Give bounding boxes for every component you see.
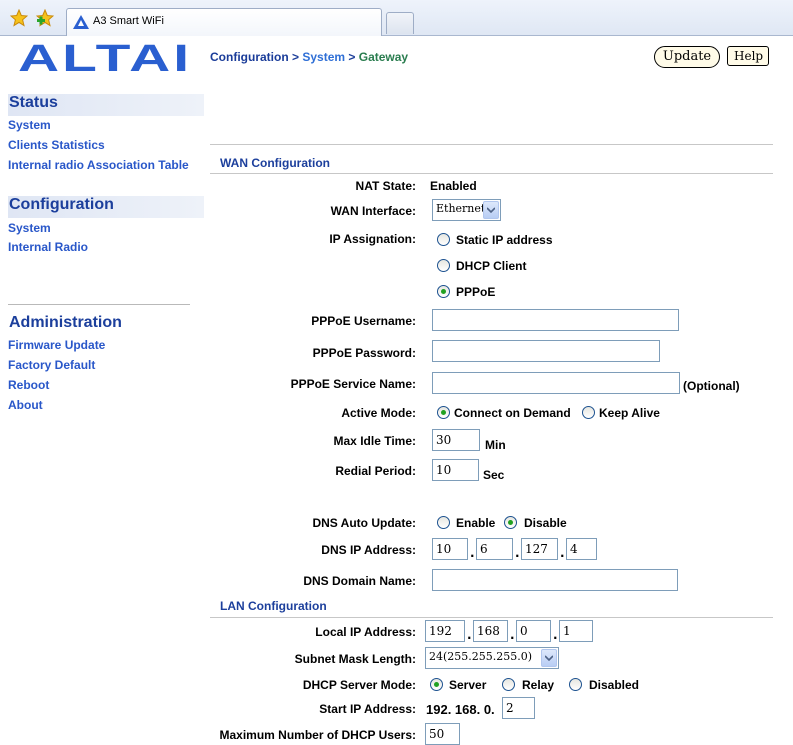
max-idle-unit: Min bbox=[485, 438, 506, 452]
max-dhcp-users-input[interactable] bbox=[425, 723, 460, 745]
wan-section-title: WAN Configuration bbox=[220, 156, 330, 170]
max-dhcp-users-label: Maximum Number of DHCP Users: bbox=[219, 728, 417, 742]
dropdown-arrow-icon bbox=[541, 649, 557, 667]
redial-period-label: Redial Period: bbox=[335, 464, 416, 478]
max-idle-input[interactable] bbox=[432, 429, 480, 451]
browser-tab-active[interactable]: A3 Smart WiFi bbox=[66, 8, 382, 36]
lan-title-rule bbox=[210, 617, 773, 618]
sidebar-divider bbox=[8, 304, 190, 305]
start-ip-prefix: 192. 168. 0. bbox=[426, 702, 495, 717]
subnet-mask-select[interactable]: 24(255.255.255.0) bbox=[425, 647, 559, 669]
svg-text:ALTAI: ALTAI bbox=[18, 42, 192, 74]
radio-dhcp-disabled[interactable] bbox=[569, 678, 582, 691]
subnet-mask-value: 24(255.255.255.0) bbox=[429, 650, 533, 663]
pppoe-username-input[interactable] bbox=[432, 309, 679, 331]
radio-pppoe-label: PPPoE bbox=[456, 285, 496, 299]
nat-state-value: Enabled bbox=[430, 179, 477, 193]
ip-dot: . bbox=[553, 628, 558, 642]
pppoe-password-input[interactable] bbox=[432, 340, 660, 362]
local-ip-octet-3[interactable] bbox=[516, 620, 551, 642]
ip-dot: . bbox=[515, 546, 520, 560]
new-tab-button[interactable] bbox=[386, 12, 414, 34]
start-ip-last-octet[interactable] bbox=[502, 697, 535, 719]
browser-tab-bar: A3 Smart WiFi bbox=[0, 0, 793, 36]
sidebar-item-status-system[interactable]: System bbox=[8, 118, 51, 132]
redial-period-input[interactable] bbox=[432, 459, 479, 481]
wan-interface-label: WAN Interface: bbox=[330, 204, 416, 218]
max-idle-label: Max Idle Time: bbox=[333, 434, 416, 448]
ip-dot: . bbox=[510, 628, 515, 642]
ip-dot: . bbox=[560, 546, 565, 560]
pppoe-username-label: PPPoE Username: bbox=[311, 314, 416, 328]
radio-connect-on-demand[interactable] bbox=[437, 406, 450, 419]
radio-dhcp-disabled-label: Disabled bbox=[589, 678, 640, 692]
dns-auto-update-label: DNS Auto Update: bbox=[312, 516, 416, 530]
tab-title: A3 Smart WiFi bbox=[93, 15, 164, 27]
lan-section-title: LAN Configuration bbox=[220, 599, 327, 613]
radio-static-ip-label: Static IP address bbox=[456, 233, 553, 247]
breadcrumb: Configuration > System > Gateway bbox=[210, 50, 408, 64]
ip-dot: . bbox=[470, 546, 475, 560]
wan-title-rule bbox=[210, 173, 773, 174]
sidebar-item-internal-radio-association[interactable]: Internal radio Association Table bbox=[8, 158, 189, 172]
radio-connect-on-demand-label: Connect on Demand bbox=[454, 406, 571, 420]
wan-interface-value: Ethernet bbox=[436, 202, 486, 215]
subnet-mask-label: Subnet Mask Length: bbox=[294, 652, 416, 666]
radio-pppoe[interactable] bbox=[437, 285, 450, 298]
altai-logo: ALTAI bbox=[18, 38, 194, 80]
optional-note: (Optional) bbox=[683, 379, 740, 393]
radio-dhcp-server-label: Server bbox=[449, 678, 487, 692]
pppoe-service-label: PPPoE Service Name: bbox=[290, 377, 416, 391]
breadcrumb-configuration[interactable]: Configuration > bbox=[210, 50, 299, 64]
dns-domain-label: DNS Domain Name: bbox=[303, 574, 416, 588]
ip-dot: . bbox=[467, 628, 472, 642]
active-mode-label: Active Mode: bbox=[341, 406, 416, 420]
breadcrumb-system[interactable]: System bbox=[302, 50, 345, 64]
dns-domain-input[interactable] bbox=[432, 569, 678, 591]
radio-dhcp-client-label: DHCP Client bbox=[456, 259, 527, 273]
local-ip-octet-1[interactable] bbox=[425, 620, 465, 642]
dns-ip-octet-4[interactable] bbox=[566, 538, 597, 560]
start-ip-label: Start IP Address: bbox=[319, 702, 416, 716]
radio-static-ip[interactable] bbox=[437, 233, 450, 246]
sidebar-item-clients-statistics[interactable]: Clients Statistics bbox=[8, 138, 105, 152]
add-favorite-icon[interactable] bbox=[35, 8, 55, 27]
local-ip-octet-2[interactable] bbox=[473, 620, 508, 642]
radio-keep-alive[interactable] bbox=[582, 406, 595, 419]
radio-dns-enable[interactable] bbox=[437, 516, 450, 529]
breadcrumb-gateway: Gateway bbox=[358, 50, 409, 64]
radio-dhcp-server[interactable] bbox=[430, 678, 443, 691]
radio-keep-alive-label: Keep Alive bbox=[599, 406, 660, 420]
radio-dns-enable-label: Enable bbox=[456, 516, 496, 530]
breadcrumb-separator: > bbox=[348, 50, 356, 64]
favorites-star-icon[interactable] bbox=[9, 8, 29, 27]
dns-ip-label: DNS IP Address: bbox=[321, 543, 416, 557]
radio-dhcp-client[interactable] bbox=[437, 259, 450, 272]
header-divider bbox=[210, 144, 773, 145]
redial-period-unit: Sec bbox=[483, 468, 505, 482]
nat-state-label: NAT State: bbox=[355, 179, 416, 193]
radio-dhcp-relay-label: Relay bbox=[522, 678, 555, 692]
sidebar-item-factory-default[interactable]: Factory Default bbox=[8, 358, 95, 372]
radio-dns-disable-label: Disable bbox=[524, 516, 567, 530]
local-ip-octet-4[interactable] bbox=[559, 620, 593, 642]
help-button[interactable]: Help bbox=[727, 46, 769, 66]
wan-interface-select[interactable]: Ethernet bbox=[432, 199, 501, 221]
radio-dhcp-relay[interactable] bbox=[502, 678, 515, 691]
local-ip-label: Local IP Address: bbox=[315, 625, 416, 639]
nav-heading-status: Status bbox=[8, 94, 204, 116]
dns-ip-octet-1[interactable] bbox=[432, 538, 468, 560]
ip-assignation-label: IP Assignation: bbox=[329, 232, 416, 246]
dropdown-arrow-icon bbox=[483, 201, 499, 219]
pppoe-password-label: PPPoE Password: bbox=[312, 346, 416, 360]
update-button[interactable]: Update bbox=[654, 46, 720, 68]
altai-favicon-icon bbox=[73, 15, 89, 29]
radio-dns-disable[interactable] bbox=[504, 516, 517, 529]
dns-ip-octet-3[interactable] bbox=[521, 538, 558, 560]
dhcp-server-mode-label: DHCP Server Mode: bbox=[302, 678, 416, 692]
dns-ip-octet-2[interactable] bbox=[476, 538, 513, 560]
pppoe-service-input[interactable] bbox=[432, 372, 680, 394]
